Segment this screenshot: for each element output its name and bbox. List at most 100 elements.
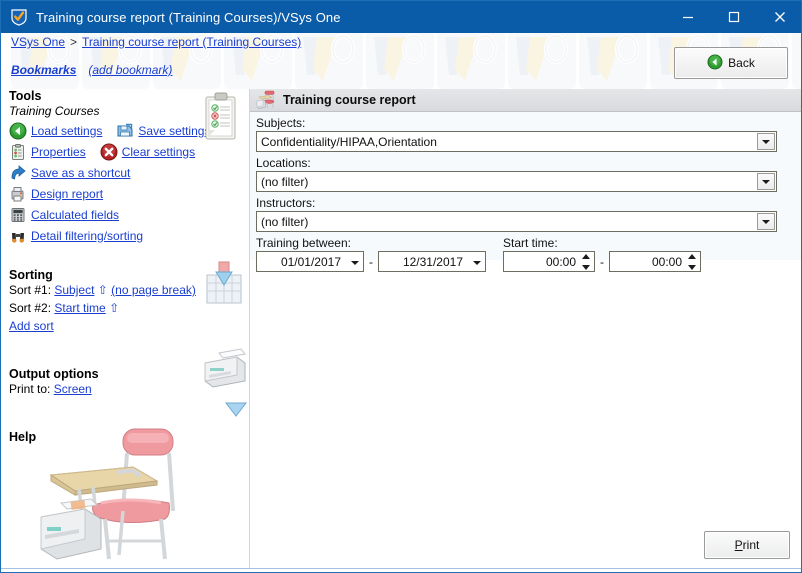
start-time-to-spinner[interactable]: 00:00 (609, 251, 701, 272)
vsys-watermark-tile (293, 33, 365, 89)
sort-1-pagebreak-link[interactable]: (no page break) (111, 283, 196, 297)
application-window: Training course report (Training Courses… (0, 0, 802, 573)
red-x-circle-icon (100, 143, 118, 161)
print-to-label: Print to: (9, 382, 51, 396)
blue-triangle-down-icon[interactable] (224, 401, 248, 417)
detail-filtering-sorting-link[interactable]: Detail filtering/sorting (31, 229, 143, 243)
instructors-dropdown-button[interactable] (757, 213, 775, 230)
add-sort-link[interactable]: Add sort (9, 319, 54, 333)
binoculars-icon (9, 227, 27, 245)
locations-label: Locations: (256, 156, 311, 170)
save-settings-link[interactable]: Save settings (138, 124, 210, 138)
spinner-up-icon[interactable] (582, 254, 590, 259)
school-desk-icon (256, 90, 278, 110)
clear-settings-link[interactable]: Clear settings (122, 145, 195, 159)
print-button[interactable]: Print (704, 531, 790, 559)
shield-check-icon (10, 8, 28, 26)
sort-2-prefix: Sort #2: (9, 301, 52, 315)
sort-2-field-link[interactable]: Start time (54, 301, 105, 315)
green-back-arrow-icon (707, 54, 723, 73)
start-time-to-stepper[interactable] (688, 254, 697, 270)
instructors-label: Instructors: (256, 196, 316, 210)
training-to-dropdown-button[interactable] (470, 256, 483, 269)
bookmarks-link[interactable]: Bookmarks (11, 63, 76, 77)
blue-shortcut-arrow-icon (9, 164, 27, 182)
design-report-link[interactable]: Design report (31, 187, 103, 201)
breadcrumb-root-link[interactable]: VSys One (11, 35, 65, 49)
training-from-dropdown-button[interactable] (348, 256, 361, 269)
sort-into-box-art (203, 261, 245, 307)
report-form-panel: Training course report Subjects: Confide… (250, 89, 801, 272)
training-between-group: Training between: 01/01/2017 - 12/31/201… (256, 236, 486, 272)
subjects-field-group: Subjects: Confidentiality/HIPAA,Orientat… (256, 116, 801, 152)
minimize-button[interactable] (665, 1, 711, 33)
chevron-down-icon (762, 179, 770, 184)
chevron-down-icon (762, 219, 770, 224)
save-as-shortcut-link[interactable]: Save as a shortcut (31, 166, 130, 180)
subjects-label: Subjects: (256, 116, 306, 130)
breadcrumb-current-link[interactable]: Training course report (Training Courses… (82, 35, 301, 49)
clipboard-checklist-art (201, 91, 241, 143)
training-between-separator: - (369, 254, 373, 269)
start-time-fields: 00:00 - 00:00 (503, 251, 701, 272)
floppy-disk-icon (116, 122, 134, 140)
properties-link[interactable]: Properties (31, 145, 86, 159)
tools-sidebar: Tools Training Courses Load settings Sav… (1, 89, 250, 572)
vsys-watermark-tile (577, 33, 649, 89)
vsys-watermark-tile (506, 33, 578, 89)
subjects-dropdown-button[interactable] (757, 133, 775, 150)
locations-value: (no filter) (261, 174, 309, 189)
sort-1-prefix: Sort #1: (9, 283, 52, 297)
subjects-value: Confidentiality/HIPAA,Orientation (261, 134, 437, 149)
start-time-group: Start time: 00:00 - 00:00 (503, 236, 701, 272)
tools-row-2: Properties Clear settings (9, 141, 249, 162)
vsys-watermark-tile (435, 33, 507, 89)
spinner-down-icon[interactable] (582, 265, 590, 270)
start-time-from-spinner[interactable]: 00:00 (503, 251, 595, 272)
back-button[interactable]: Back (674, 47, 788, 79)
training-from-datepicker[interactable]: 01/01/2017 (256, 251, 364, 272)
spinner-down-icon[interactable] (688, 265, 696, 270)
chevron-down-icon (762, 139, 770, 144)
add-sort-row: Add sort (9, 319, 249, 337)
print-to-value-link[interactable]: Screen (54, 382, 92, 396)
tools-row-6: Detail filtering/sorting (9, 225, 249, 246)
printer-small-icon (9, 185, 27, 203)
sort-1-direction-icon[interactable]: ⇧ (98, 283, 108, 297)
load-settings-link[interactable]: Load settings (31, 124, 102, 138)
locations-dropdown-button[interactable] (757, 173, 775, 190)
vsys-watermark-tile (364, 33, 436, 89)
clipboard-icon (9, 143, 27, 161)
add-bookmark-link[interactable]: (add bookmark) (88, 63, 172, 77)
window-controls (665, 1, 801, 33)
sort-1-field-link[interactable]: Subject (54, 283, 94, 297)
instructors-value: (no filter) (261, 214, 309, 229)
tools-row-3: Save as a shortcut (9, 162, 249, 183)
status-bar (1, 568, 801, 572)
bookmarks-bar: Bookmarks (add bookmark) (11, 63, 172, 77)
title-bar: Training course report (Training Courses… (1, 1, 801, 33)
training-to-datepicker[interactable]: 12/31/2017 (378, 251, 486, 272)
start-time-from-stepper[interactable] (582, 254, 591, 270)
window-title: Training course report (Training Courses… (36, 9, 341, 25)
printer-art (197, 341, 249, 393)
instructors-field-group: Instructors: (no filter) (256, 196, 801, 232)
locations-combobox[interactable]: (no filter) (256, 171, 777, 192)
report-panel-header: Training course report (250, 89, 801, 112)
start-time-label: Start time: (503, 236, 558, 250)
spinner-up-icon[interactable] (688, 254, 696, 259)
start-time-to-value: 00:00 (651, 254, 682, 269)
print-button-label: rint (742, 538, 760, 552)
calculated-fields-link[interactable]: Calculated fields (31, 208, 119, 222)
report-main-panel: Training course report Subjects: Confide… (250, 89, 801, 572)
date-time-row: Training between: 01/01/2017 - 12/31/201… (256, 236, 801, 272)
subjects-combobox[interactable]: Confidentiality/HIPAA,Orientation (256, 131, 777, 152)
green-back-arrow-icon (9, 122, 27, 140)
close-button[interactable] (757, 1, 801, 33)
instructors-combobox[interactable]: (no filter) (256, 211, 777, 232)
sort-2-direction-icon[interactable]: ⇧ (109, 301, 119, 315)
chevron-down-icon (350, 260, 359, 265)
back-button-label: Back (728, 56, 755, 70)
maximize-button[interactable] (711, 1, 757, 33)
